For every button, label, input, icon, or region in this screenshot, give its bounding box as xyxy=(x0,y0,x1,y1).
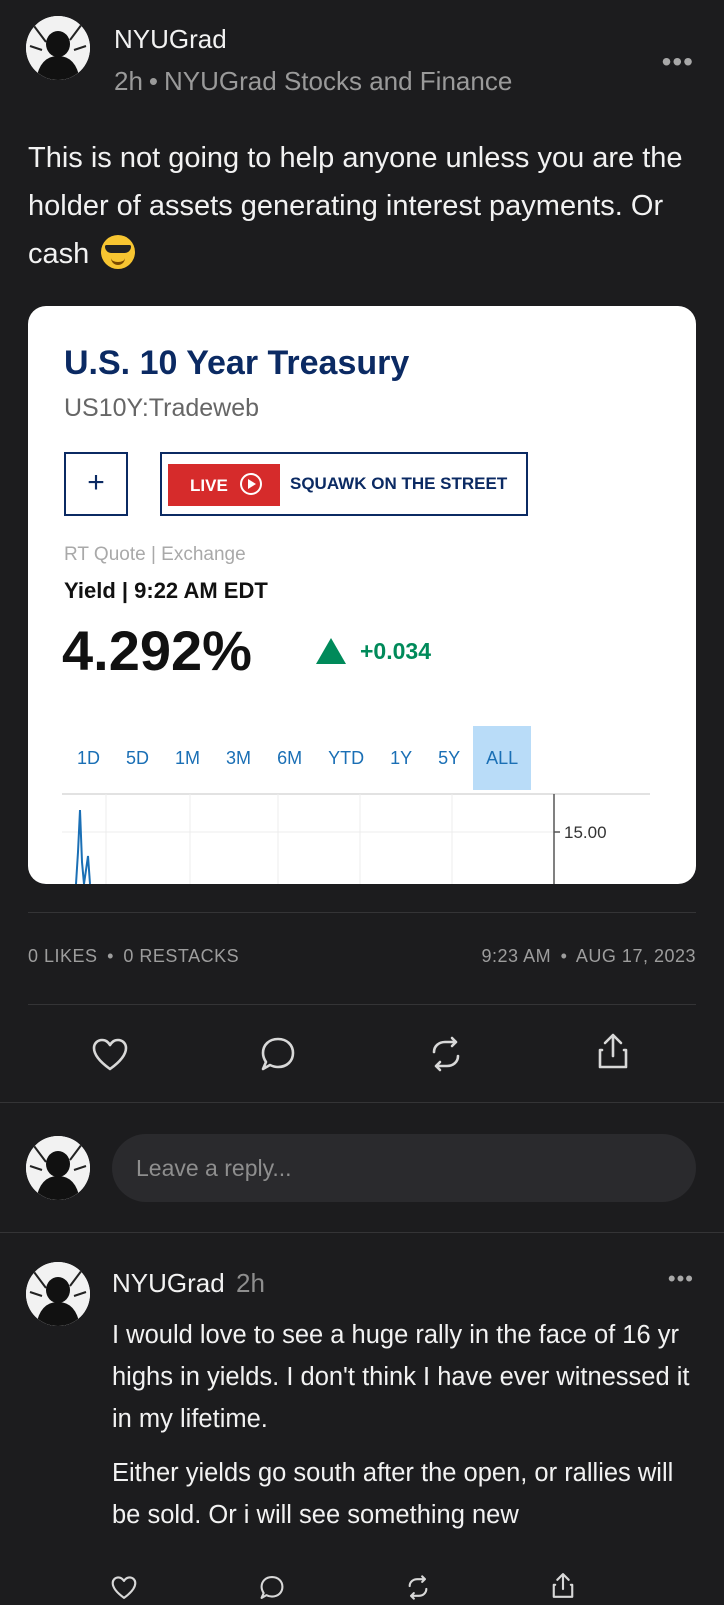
range-tab-3m: 3M xyxy=(226,748,252,768)
timestamp-separator: • xyxy=(560,946,568,966)
comment-share-icon[interactable] xyxy=(550,1572,576,1604)
comment-paragraph: Either yields go south after the open, o… xyxy=(112,1459,674,1529)
yield-line xyxy=(75,809,91,884)
up-arrow-icon xyxy=(316,638,346,664)
quote-title: U.S. 10 Year Treasury xyxy=(64,344,410,382)
comment-restack-icon[interactable] xyxy=(404,1575,432,1605)
quote-ticker: US10Y:Tradeweb xyxy=(64,394,260,422)
share-icon[interactable] xyxy=(596,1032,630,1075)
yield-time: Yield | 9:22 AM EDT xyxy=(64,578,268,603)
author-avatar[interactable] xyxy=(26,16,90,80)
meta-separator: • xyxy=(148,66,159,96)
chart-tick-label: 15.00 xyxy=(564,823,607,842)
comment-like-heart-icon[interactable] xyxy=(110,1576,138,1605)
like-heart-icon[interactable] xyxy=(92,1038,128,1077)
comment-more-options-icon[interactable]: ••• xyxy=(668,1266,694,1292)
comment-author-name[interactable]: NYUGrad xyxy=(112,1268,225,1299)
sunglasses-emoji-icon xyxy=(101,235,136,269)
quote-change: +0.034 xyxy=(360,638,431,664)
range-tabs: 1D 5D 1M 3M 6M YTD 1Y 5Y ALL xyxy=(64,726,532,790)
divider xyxy=(0,1232,724,1233)
post-meta: 2h • NYUGrad Stocks and Finance xyxy=(114,66,512,97)
play-icon xyxy=(240,473,262,495)
post-body: This is not going to help anyone unless … xyxy=(28,134,708,278)
restacks-count[interactable]: 0 RESTACKS xyxy=(123,946,239,966)
post-stats: 0 LIKES • 0 RESTACKS xyxy=(28,946,239,967)
range-tab-1m: 1M xyxy=(175,748,201,768)
live-badge: LIVE xyxy=(168,464,280,506)
post-timestamp: 9:23 AM • AUG 17, 2023 xyxy=(482,946,696,967)
likes-count[interactable]: 0 LIKES xyxy=(28,946,98,966)
live-show-banner: LIVE SQUAWK ON THE STREET xyxy=(160,452,528,516)
post-clock-time: 9:23 AM xyxy=(481,946,552,966)
post-more-options-icon[interactable]: ••• xyxy=(662,46,694,78)
post-community[interactable]: NYUGrad Stocks and Finance xyxy=(164,66,512,96)
comment-paragraph: I would love to see a huge rally in the … xyxy=(112,1321,690,1433)
quote-screenshot-card[interactable]: U.S. 10 Year Treasury US10Y:Tradeweb + L… xyxy=(28,306,696,884)
range-tab-5y: 5Y xyxy=(438,748,461,768)
divider xyxy=(28,912,696,913)
add-to-watchlist-button: + xyxy=(64,452,128,516)
divider xyxy=(28,1004,696,1005)
quote-price: 4.292% xyxy=(62,619,252,682)
range-tab-1d: 1D xyxy=(77,748,101,768)
comment-reply-icon[interactable] xyxy=(258,1575,286,1605)
comment-icon[interactable] xyxy=(260,1036,296,1077)
comment-body: I would love to see a huge rally in the … xyxy=(112,1314,708,1548)
post-time: 2h xyxy=(114,66,143,96)
range-tab-6m: 6M xyxy=(277,748,303,768)
reply-input[interactable]: Leave a reply... xyxy=(112,1134,696,1202)
current-user-avatar[interactable] xyxy=(26,1136,90,1200)
stats-separator: • xyxy=(107,946,114,966)
divider xyxy=(0,1102,724,1103)
post-date: AUG 17, 2023 xyxy=(575,946,696,966)
range-tab-all: ALL xyxy=(473,726,532,790)
commenter-avatar[interactable] xyxy=(26,1262,90,1326)
yield-chart: 15.00 xyxy=(62,793,650,884)
range-tab-5d: 5D xyxy=(126,748,150,768)
rt-quote-label: RT Quote | Exchange xyxy=(64,544,246,565)
range-tab-ytd: YTD xyxy=(328,748,365,768)
range-tab-1y: 1Y xyxy=(390,748,413,768)
restack-icon[interactable] xyxy=(428,1036,464,1077)
show-name: SQUAWK ON THE STREET xyxy=(290,474,508,493)
post-author-name[interactable]: NYUGrad xyxy=(114,24,227,55)
live-label: LIVE xyxy=(190,476,228,495)
comment-time: 2h xyxy=(236,1268,265,1298)
